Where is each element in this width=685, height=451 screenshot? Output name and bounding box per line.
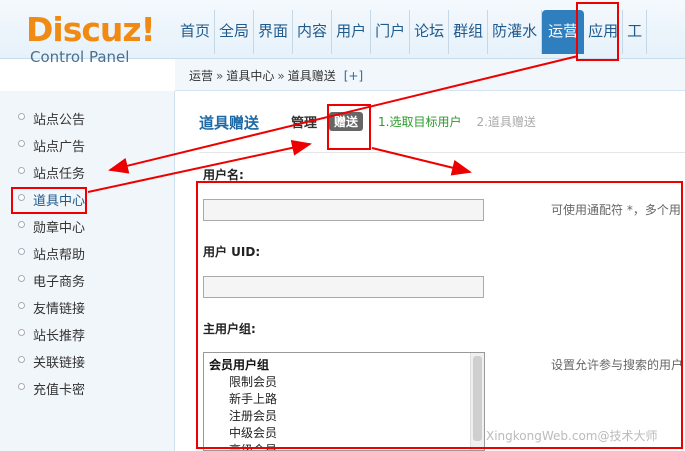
watermark: XingkongWeb.com@技术大师 xyxy=(486,429,658,443)
annotation-arrows xyxy=(87,55,579,193)
arrow-to-form xyxy=(371,147,472,176)
control-panel: Discuz! Control Panel 首页 全局 界面 内容 用户 门户 … xyxy=(0,0,685,451)
arrow-to-sidebar xyxy=(108,55,579,174)
